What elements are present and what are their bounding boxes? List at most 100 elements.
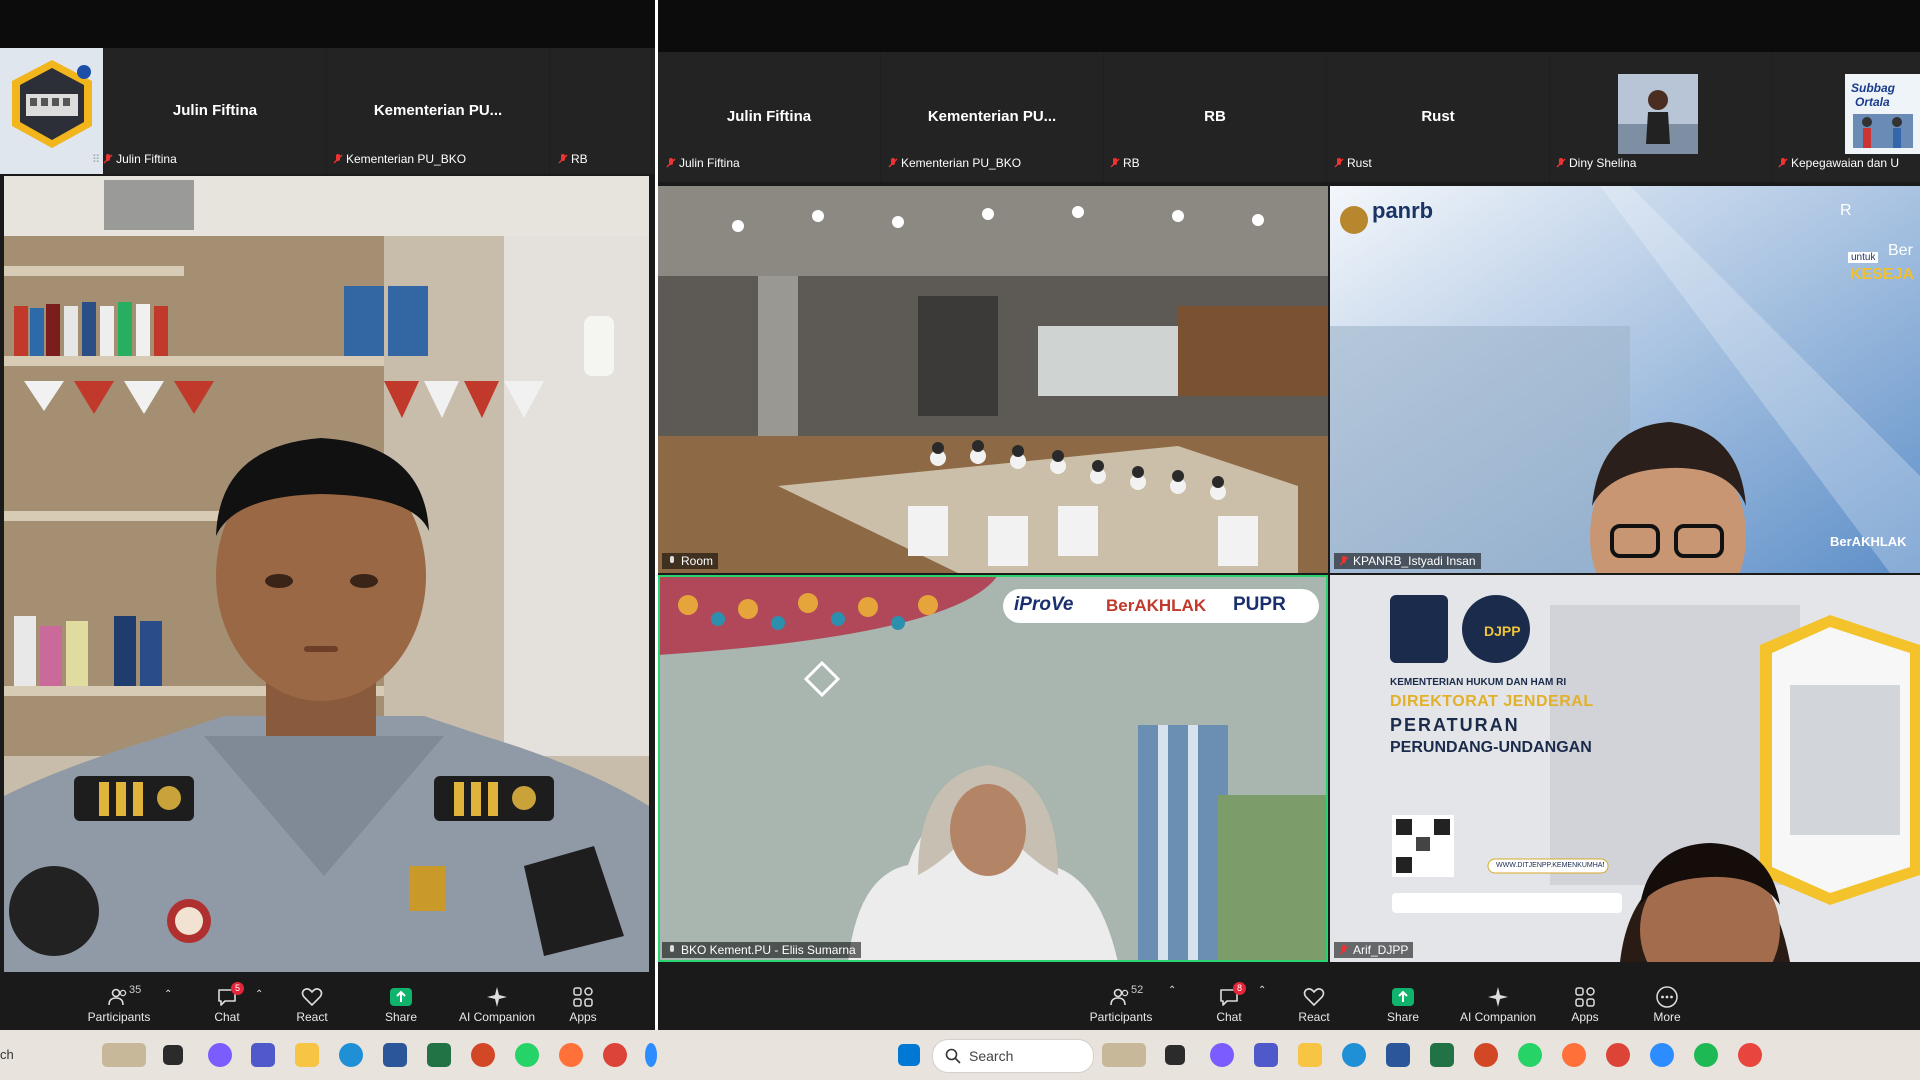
chrome-icon[interactable] — [603, 1043, 627, 1067]
ai-companion-button[interactable]: AI Companion — [1456, 984, 1540, 1024]
main-video-tile[interactable] — [4, 176, 649, 973]
share-button[interactable]: Share — [1378, 984, 1428, 1024]
chat-button[interactable]: 5 Chat — [202, 982, 252, 1024]
building-logo-avatar — [0, 48, 103, 174]
react-button[interactable]: React — [287, 984, 337, 1024]
participant-label-text: Kementerian PU_BKO — [346, 152, 467, 166]
powerpoint-icon[interactable] — [471, 1043, 495, 1067]
teams-icon[interactable] — [1254, 1043, 1278, 1067]
chat-label: Chat — [1216, 1010, 1242, 1024]
chrome-profile-icon[interactable] — [1738, 1043, 1762, 1067]
participant-video-diny — [1618, 74, 1698, 154]
panrb-virtual-background — [1330, 186, 1920, 573]
chat-button[interactable]: 8 Chat — [1204, 982, 1254, 1024]
participant-label-text: RB — [571, 152, 588, 166]
participant-label-text: Julin Fiftina — [679, 156, 740, 170]
excel-icon[interactable] — [1430, 1043, 1454, 1067]
zoom-icon[interactable] — [1650, 1043, 1674, 1067]
search-icon — [945, 1048, 961, 1064]
svg-text:Ortala: Ortala — [1855, 95, 1890, 109]
chevron-up-icon[interactable]: ⌃ — [1168, 985, 1176, 996]
copilot-icon[interactable] — [1210, 1043, 1234, 1067]
word-icon[interactable] — [1386, 1043, 1410, 1067]
chat-badge: 5 — [231, 982, 244, 995]
mic-muted-icon — [558, 154, 568, 164]
tile-label: BKO Kement.PU - Eliis Sumarna — [662, 942, 861, 958]
react-button[interactable]: React — [1289, 984, 1339, 1024]
title-bar — [658, 0, 1920, 52]
mic-muted-icon — [888, 158, 898, 168]
participant-label: Rust — [1334, 156, 1372, 170]
whatsapp-icon[interactable] — [515, 1043, 539, 1067]
teams-icon[interactable] — [251, 1043, 275, 1067]
meeting-toolbar: 52 Participants ⌃ 8 Chat ⌃ React Share A… — [658, 966, 1920, 1030]
participant-name: Rust — [1421, 108, 1455, 125]
zoom-icon-partial[interactable] — [645, 1043, 657, 1067]
slide-text: DIREKTORAT JENDERAL — [1390, 693, 1594, 710]
video-tile-djpp[interactable]: DJPP KEMENTERIAN HUKUM DAN HAM RI DIREKT… — [1330, 575, 1920, 962]
whatsapp-icon[interactable] — [1518, 1043, 1542, 1067]
firefox-icon[interactable] — [1562, 1043, 1586, 1067]
participants-label: Participants — [87, 1010, 151, 1024]
heart-icon — [1303, 988, 1325, 1007]
windows-start-icon[interactable] — [898, 1044, 920, 1066]
city-widget-icon[interactable] — [102, 1043, 146, 1067]
mic-muted-icon — [1778, 158, 1788, 168]
spotify-icon[interactable] — [1694, 1043, 1718, 1067]
participant-label: Kementerian PU_BKO — [888, 156, 1021, 170]
more-button[interactable]: More — [1642, 984, 1692, 1024]
participant-label: RB — [1110, 156, 1140, 170]
edge-icon[interactable] — [339, 1043, 363, 1067]
taskbar-search-fragment[interactable]: ch — [0, 1047, 14, 1062]
search-placeholder: Search — [969, 1048, 1014, 1064]
file-explorer-icon[interactable] — [1298, 1043, 1322, 1067]
excel-icon[interactable] — [427, 1043, 451, 1067]
video-tile-room[interactable]: Room — [658, 186, 1328, 573]
video-tile-panrb[interactable]: panrb R untuk Ber KESEJA BerAKHLAK KPANR… — [1330, 186, 1920, 573]
edge-icon[interactable] — [1342, 1043, 1366, 1067]
apps-icon — [1575, 987, 1595, 1007]
powerpoint-icon[interactable] — [1474, 1043, 1498, 1067]
share-label: Share — [384, 1010, 418, 1024]
chevron-up-icon[interactable]: ⌃ — [164, 989, 172, 1000]
mic-muted-icon — [103, 154, 113, 164]
participant-name: Julin Fiftina — [172, 102, 258, 119]
participant-label: Kementerian PU_BKO — [333, 152, 466, 166]
task-view-icon[interactable] — [163, 1045, 183, 1065]
apps-icon — [573, 987, 593, 1007]
city-widget-icon[interactable] — [1102, 1043, 1146, 1067]
apps-button[interactable]: Apps — [1560, 984, 1610, 1024]
ai-companion-button[interactable]: AI Companion — [455, 984, 539, 1024]
participant-label-text: Kepegawaian dan U — [1791, 156, 1900, 170]
participants-label: Participants — [1089, 1010, 1153, 1024]
video-tile-active-speaker[interactable]: iProVe BerAKHLAK PUPR BKO Kement.PU - El… — [658, 575, 1328, 962]
slide-text: KESEJA — [1850, 266, 1915, 283]
office-video-feed — [4, 176, 649, 973]
participants-button[interactable]: 35 Participants — [84, 984, 154, 1024]
firefox-icon[interactable] — [559, 1043, 583, 1067]
slide-text: Ber — [1888, 242, 1913, 259]
taskbar-search-box[interactable]: Search — [932, 1039, 1094, 1073]
more-icon — [1656, 986, 1678, 1008]
participant-thumbnail-avatar[interactable] — [0, 48, 103, 174]
word-icon[interactable] — [383, 1043, 407, 1067]
mic-muted-icon — [1556, 158, 1566, 168]
participant-label: RB — [558, 152, 588, 166]
slide-text: PERATURAN — [1390, 715, 1520, 735]
heart-icon — [301, 988, 323, 1007]
participants-icon — [1110, 988, 1129, 1006]
copilot-icon[interactable] — [208, 1043, 232, 1067]
chrome-icon[interactable] — [1606, 1043, 1630, 1067]
apps-label: Apps — [569, 1010, 597, 1024]
chevron-up-icon[interactable]: ⌃ — [255, 989, 263, 1000]
task-view-icon[interactable] — [1165, 1045, 1185, 1065]
participant-label: Julin Fiftina — [666, 156, 740, 170]
apps-label: Apps — [1571, 1010, 1599, 1024]
chevron-up-icon[interactable]: ⌃ — [1258, 985, 1266, 996]
file-explorer-icon[interactable] — [295, 1043, 319, 1067]
participants-button[interactable]: 52 Participants — [1086, 984, 1156, 1024]
berakhlak-logo-text: BerAKHLAK — [1106, 596, 1207, 615]
apps-button[interactable]: Apps — [558, 984, 608, 1024]
participant-name: Kementerian PU... — [373, 102, 503, 119]
share-button[interactable]: Share — [376, 984, 426, 1024]
